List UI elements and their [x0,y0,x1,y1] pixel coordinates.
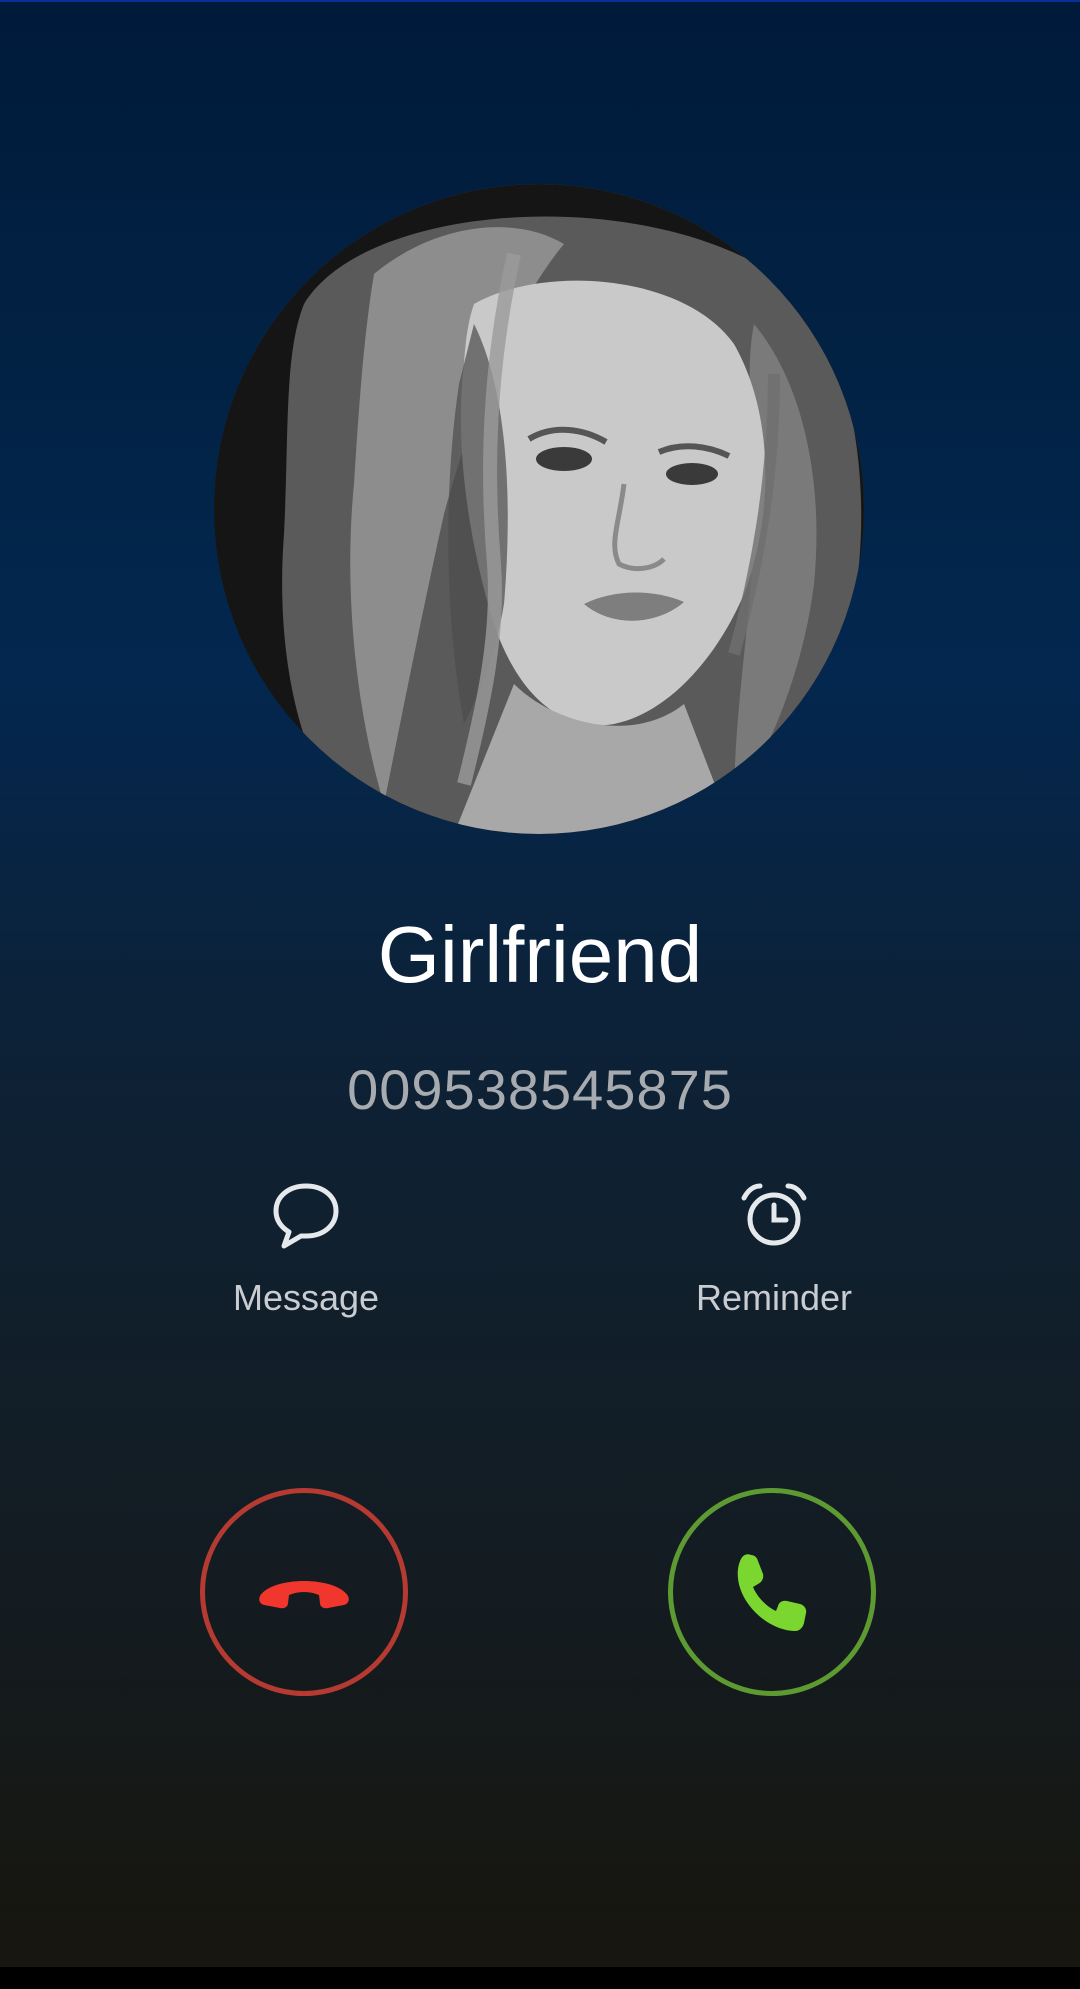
message-button[interactable]: Message [176,1180,436,1340]
alarm-clock-icon [741,1183,807,1246]
caller-avatar [214,184,864,834]
reminder-label: Reminder [695,1277,853,1318]
speech-bubble-icon [273,1183,339,1249]
phone-hangup-icon [259,1581,349,1609]
caller-number: 009538545875 [347,1058,733,1121]
status-line [0,0,1080,2]
navigation-bar [0,1967,1080,1989]
caller-name: Girlfriend [377,910,703,999]
message-label: Message [232,1277,380,1318]
decline-call-button[interactable] [200,1488,408,1696]
accept-call-button[interactable] [668,1488,876,1696]
phone-icon [737,1554,807,1631]
incoming-call-screen: Girlfriend 009538545875 Message Reminder [0,0,1080,1989]
reminder-button[interactable]: Reminder [644,1180,904,1340]
